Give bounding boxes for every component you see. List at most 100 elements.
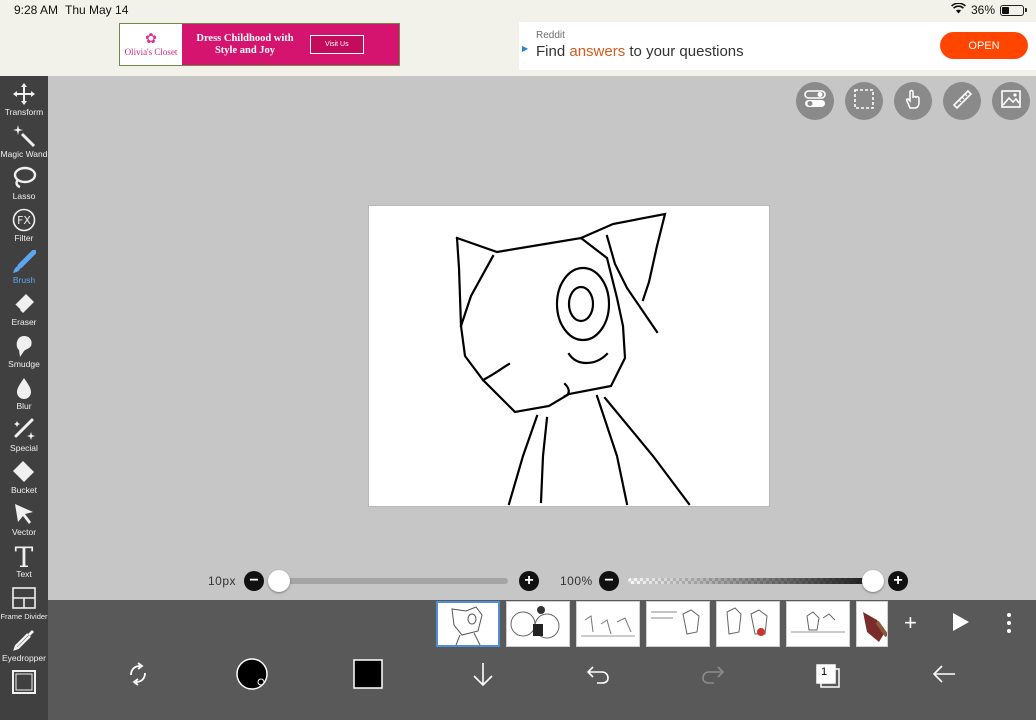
- tool-label: Vector: [11, 527, 37, 537]
- tool-text[interactable]: T Text: [0, 542, 48, 584]
- ruler-button[interactable]: [943, 82, 981, 120]
- swap-arrows-icon: [125, 661, 151, 692]
- opacity-track[interactable]: [628, 578, 884, 584]
- droplet-icon: [12, 374, 36, 402]
- tool-brush[interactable]: Brush: [0, 248, 48, 290]
- toggle-switch-icon: [804, 89, 826, 114]
- wifi-icon: [951, 2, 966, 17]
- tool-label: Eraser: [11, 317, 37, 327]
- smudge-icon: [12, 332, 36, 360]
- tool-vector[interactable]: Vector: [0, 500, 48, 542]
- opacity-label: 100%: [560, 574, 593, 588]
- tool-label: Transform: [4, 107, 44, 117]
- flower-icon: ✿: [145, 31, 157, 47]
- animation-frames-strip: +: [48, 600, 1036, 648]
- status-time: 9:28 AM: [14, 3, 59, 17]
- plus-icon: +: [524, 572, 534, 589]
- frame-thumbnail[interactable]: [786, 601, 850, 647]
- arrow-left-icon: [931, 663, 957, 690]
- ad-choices-icon[interactable]: ▶: [522, 44, 528, 53]
- undo-icon: [585, 663, 611, 690]
- tool-label: Magic Wand: [0, 149, 48, 159]
- back-button[interactable]: [926, 658, 962, 694]
- top-right-buttons: [796, 82, 1030, 120]
- plus-icon: +: [904, 610, 917, 635]
- tool-label: Blur: [16, 401, 32, 411]
- size-decrease-button[interactable]: −: [244, 571, 264, 591]
- opacity-knob[interactable]: [862, 570, 884, 592]
- tool-blur[interactable]: Blur: [0, 374, 48, 416]
- tool-filter[interactable]: FX Filter: [0, 206, 48, 248]
- open-button[interactable]: OPEN: [940, 32, 1028, 59]
- tool-frame-divider[interactable]: Frame Divider: [0, 584, 48, 626]
- ad-message-panel: Dress Childhood with Style and Joy Visit…: [182, 24, 399, 65]
- opacity-decrease-button[interactable]: −: [599, 571, 619, 591]
- ad-olivias-closet[interactable]: ✿ Olivia's Closet Dress Childhood with S…: [119, 23, 400, 66]
- layers-button[interactable]: 1: [810, 658, 846, 694]
- lasso-icon: [11, 164, 37, 192]
- undo-button[interactable]: [580, 658, 616, 694]
- tool-eraser[interactable]: Eraser: [0, 290, 48, 332]
- settings-toggle-button[interactable]: [796, 82, 834, 120]
- visit-us-button[interactable]: Visit Us: [310, 35, 364, 54]
- cursor-arrow-icon: [12, 500, 36, 528]
- play-button[interactable]: [950, 612, 970, 638]
- plus-icon: +: [893, 572, 903, 589]
- frames-more-button[interactable]: [1006, 612, 1012, 640]
- brush-size-track[interactable]: [270, 578, 508, 584]
- brush-color-button[interactable]: [234, 657, 270, 694]
- eyedropper-icon: [12, 626, 36, 654]
- tool-layer-frame[interactable]: [0, 668, 48, 710]
- touch-gesture-button[interactable]: [894, 82, 932, 120]
- tool-transform[interactable]: Transform: [0, 80, 48, 122]
- svg-text:FX: FX: [17, 214, 31, 227]
- ad-source: Reddit: [536, 30, 565, 41]
- frame-thumbnail[interactable]: [856, 601, 888, 647]
- ad-banner-bar: ✿ Olivia's Closet Dress Childhood with S…: [0, 20, 1036, 76]
- battery-percent: 36%: [970, 3, 995, 17]
- color-swatch-button[interactable]: [350, 658, 386, 694]
- frame-thumbnail[interactable]: [506, 601, 570, 647]
- text-t-icon: T: [12, 542, 36, 570]
- gallery-button[interactable]: [992, 82, 1030, 120]
- vertical-dots-icon: [1007, 613, 1011, 633]
- battery-fill: [1002, 6, 1010, 14]
- tool-lasso[interactable]: Lasso: [0, 164, 48, 206]
- move-arrows-icon: [12, 80, 36, 108]
- layers-count: 1: [821, 666, 828, 678]
- tool-smudge[interactable]: Smudge: [0, 332, 48, 374]
- fx-icon: FX: [12, 206, 36, 234]
- tool-special[interactable]: Special: [0, 416, 48, 458]
- bucket-icon: [12, 458, 36, 486]
- opacity-increase-button[interactable]: +: [888, 571, 908, 591]
- minus-icon: −: [604, 572, 614, 589]
- frame-thumbnail[interactable]: [716, 601, 780, 647]
- tool-magic-wand[interactable]: Magic Wand: [0, 122, 48, 164]
- redo-button[interactable]: [695, 658, 731, 694]
- tool-label: Filter: [14, 233, 34, 243]
- drawing-canvas[interactable]: [368, 205, 770, 507]
- size-increase-button[interactable]: +: [519, 571, 539, 591]
- redo-icon: [700, 663, 726, 690]
- ad-brand-name: Olivia's Closet: [124, 46, 178, 57]
- minus-icon: −: [249, 572, 259, 589]
- sparkle-pen-icon: [12, 416, 36, 444]
- tool-label: Eyedropper: [2, 653, 46, 663]
- tool-label: Frame Divider: [0, 612, 48, 621]
- swap-brush-eraser-button[interactable]: [120, 658, 156, 694]
- ad-reddit[interactable]: ▶ Reddit Find answers to your questions …: [519, 22, 1036, 70]
- bottom-toolbar: 1: [48, 648, 1036, 720]
- tool-eyedropper[interactable]: Eyedropper: [0, 626, 48, 668]
- tool-bucket[interactable]: Bucket: [0, 458, 48, 500]
- add-frame-button[interactable]: +: [904, 610, 917, 636]
- frame-thumbnail[interactable]: [576, 601, 640, 647]
- image-gallery-icon: [1000, 88, 1022, 115]
- brush-size-knob[interactable]: [268, 570, 291, 592]
- frame-thumbnail[interactable]: [646, 601, 710, 647]
- download-arrow-button[interactable]: [465, 658, 501, 694]
- ad-headline-pre: Find: [536, 43, 570, 60]
- battery-icon: [1000, 4, 1027, 16]
- status-date: Thu May 14: [65, 3, 129, 17]
- frame-thumbnail[interactable]: [436, 601, 500, 647]
- selection-button[interactable]: [845, 82, 883, 120]
